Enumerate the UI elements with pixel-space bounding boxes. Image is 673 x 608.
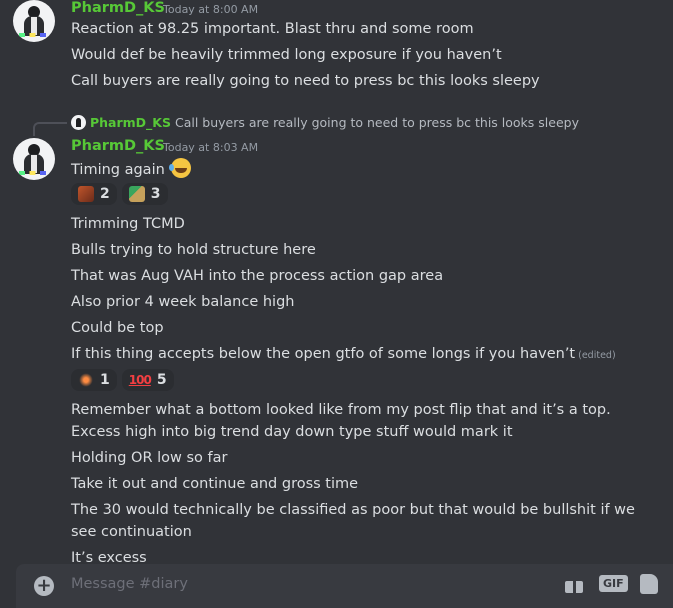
message-line: Reaction at 98.25 important. Blast thru … bbox=[71, 21, 474, 37]
message-line: Also prior 4 week balance high bbox=[71, 294, 295, 310]
edited-label[interactable]: (edited) bbox=[578, 350, 616, 361]
reaction-count: 1 bbox=[100, 372, 110, 388]
user-avatar[interactable] bbox=[13, 0, 55, 42]
custom-emoji-icon bbox=[78, 372, 94, 388]
gif-button[interactable]: GIF bbox=[599, 575, 628, 592]
avatar-dots bbox=[19, 33, 49, 37]
message-line: If this thing accepts below the open gtf… bbox=[71, 344, 616, 366]
username[interactable]: PharmD_KS bbox=[71, 0, 165, 16]
message-line: Holding OR low so far bbox=[71, 450, 228, 466]
message-line: That was Aug VAH into the process action… bbox=[71, 268, 444, 284]
add-attachment-button[interactable]: + bbox=[34, 576, 54, 596]
reaction-button[interactable]: 3 bbox=[121, 183, 168, 205]
sticker-icon[interactable] bbox=[640, 574, 658, 594]
reaction-bar: 1 100 5 bbox=[71, 369, 174, 391]
custom-emoji-icon bbox=[78, 186, 94, 202]
message-line: Remember what a bottom looked like from … bbox=[71, 402, 611, 440]
reply-text[interactable]: Call buyers are really going to need to … bbox=[175, 115, 579, 130]
reaction-count: 2 bbox=[100, 186, 110, 202]
rolling-on-floor-laughing-icon bbox=[169, 158, 192, 178]
reaction-button[interactable]: 1 bbox=[71, 369, 117, 391]
reaction-bar: 2 3 bbox=[71, 183, 168, 205]
message-text: If this thing accepts below the open gtf… bbox=[71, 346, 576, 362]
message-text: Timing again bbox=[71, 162, 165, 178]
message-composer: + Message #diary GIF bbox=[16, 564, 673, 608]
message-line: Would def be heavily trimmed long exposu… bbox=[71, 47, 502, 63]
message-line: Take it out and continue and gross time bbox=[71, 476, 359, 492]
reaction-count: 3 bbox=[150, 186, 161, 202]
message-timestamp[interactable]: Today at 8:00 AM bbox=[163, 3, 258, 16]
message-line: Timing again bbox=[71, 158, 192, 180]
reply-reference[interactable]: PharmD_KS Call buyers are really going to… bbox=[71, 115, 579, 130]
reaction-count: 5 bbox=[156, 372, 167, 388]
message-line: Call buyers are really going to need to … bbox=[71, 73, 540, 89]
username[interactable]: PharmD_KS bbox=[71, 138, 165, 154]
avatar-dots bbox=[19, 171, 49, 175]
message-line: The 30 would technically be classified a… bbox=[71, 502, 635, 540]
message-input[interactable]: Message #diary bbox=[71, 576, 188, 592]
squirt-gun-icon bbox=[128, 186, 145, 202]
reply-username[interactable]: PharmD_KS bbox=[90, 115, 171, 130]
reply-spine bbox=[33, 122, 67, 136]
reaction-button[interactable]: 2 bbox=[71, 183, 117, 205]
reply-avatar bbox=[71, 115, 86, 130]
message-line: Could be top bbox=[71, 320, 164, 336]
message-timestamp[interactable]: Today at 8:03 AM bbox=[163, 141, 258, 154]
gift-icon[interactable] bbox=[564, 575, 584, 593]
message-line: Trimming TCMD bbox=[71, 216, 185, 232]
reaction-button[interactable]: 100 5 bbox=[121, 369, 174, 391]
hundred-points-icon: 100 bbox=[128, 373, 152, 387]
user-avatar[interactable] bbox=[13, 138, 55, 180]
message-line: Bulls trying to hold structure here bbox=[71, 242, 316, 258]
